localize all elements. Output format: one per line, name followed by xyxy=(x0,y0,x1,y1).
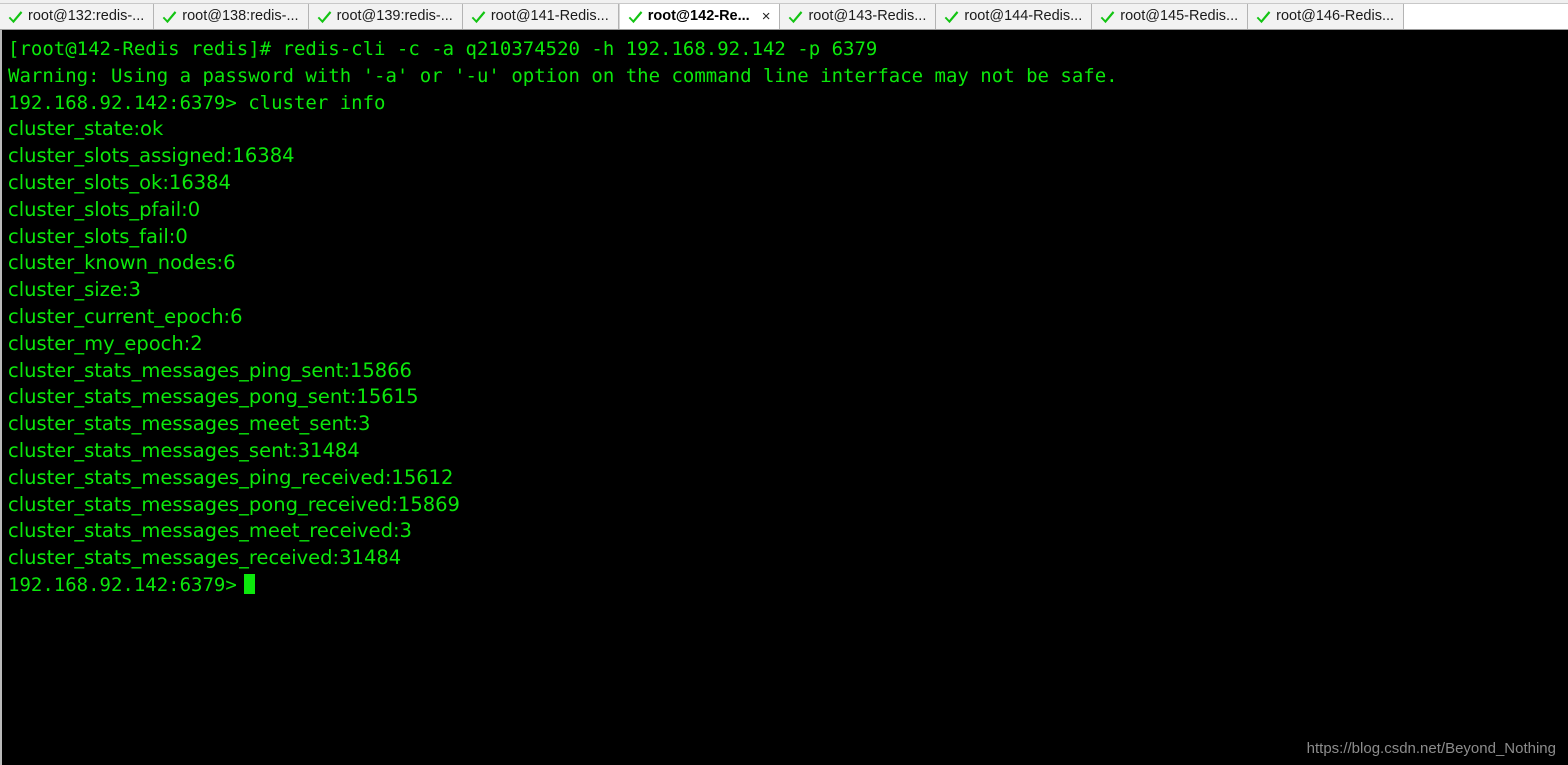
tab-label: root@142-Re... xyxy=(647,8,750,24)
tab-2[interactable]: root@138:redis-... xyxy=(154,4,309,29)
terminal-line: cluster_slots_fail:0 xyxy=(8,224,188,248)
tab-3[interactable]: root@139:redis-... xyxy=(308,4,463,29)
green-check-icon xyxy=(944,9,959,24)
terminal-line: cluster_size:3 xyxy=(8,278,141,302)
green-check-icon xyxy=(471,9,486,24)
green-check-icon xyxy=(1256,9,1271,24)
terminal-line: cluster_my_epoch:2 xyxy=(8,331,203,355)
tab-1[interactable]: root@132:redis-... xyxy=(0,4,155,29)
watermark-text: https://blog.csdn.net/Beyond_Nothing xyxy=(1306,740,1556,757)
tab-label: root@138:redis-... xyxy=(182,8,299,24)
terminal-line: cluster_stats_messages_meet_sent:3 xyxy=(8,412,371,436)
green-check-icon xyxy=(162,9,177,24)
terminal-line: cluster_known_nodes:6 xyxy=(8,251,236,275)
terminal-line: cluster_slots_assigned:16384 xyxy=(8,144,295,168)
tab-close-icon[interactable]: × xyxy=(762,9,771,24)
terminal-pane[interactable]: [root@142-Redis redis]# redis-cli -c -a … xyxy=(0,30,1568,765)
terminal-line: cluster_state:ok xyxy=(8,117,164,141)
tab-5-active[interactable]: root@142-Re... × xyxy=(618,4,781,29)
tab-label: root@132:redis-... xyxy=(28,8,145,24)
terminal-prompt-line: 192.168.92.142:6379> xyxy=(8,572,1568,599)
terminal-line: cluster_stats_messages_ping_sent:15866 xyxy=(8,358,412,382)
tab-7[interactable]: root@144-Redis... xyxy=(936,4,1093,29)
terminal-output: [root@142-Redis redis]# redis-cli -c -a … xyxy=(2,30,1568,599)
tab-label: root@145-Redis... xyxy=(1120,8,1239,24)
green-check-icon xyxy=(317,9,332,24)
tab-label: root@141-Redis... xyxy=(490,8,609,24)
terminal-line: cluster_stats_messages_meet_received:3 xyxy=(8,519,412,543)
terminal-line: cluster_slots_ok:16384 xyxy=(8,170,231,194)
terminal-prompt: 192.168.92.142:6379> xyxy=(8,573,237,596)
tab-6[interactable]: root@143-Redis... xyxy=(780,4,937,29)
terminal-line: cluster_stats_messages_pong_sent:15615 xyxy=(8,385,419,409)
terminal-line: Warning: Using a password with '-a' or '… xyxy=(8,64,1118,87)
tab-4[interactable]: root@141-Redis... xyxy=(462,4,619,29)
tab-strip-filler xyxy=(1404,4,1568,29)
tab-8[interactable]: root@145-Redis... xyxy=(1092,4,1249,29)
terminal-line: 192.168.92.142:6379> cluster info xyxy=(8,91,386,114)
tab-9[interactable]: root@146-Redis... xyxy=(1248,4,1405,29)
green-check-icon xyxy=(788,9,803,24)
green-check-icon xyxy=(1100,9,1115,24)
tab-label: root@139:redis-... xyxy=(336,8,453,24)
green-check-icon xyxy=(8,9,23,24)
terminal-window: root@132:redis-... root@138:redis-... root… xyxy=(0,0,1568,765)
terminal-line: cluster_slots_pfail:0 xyxy=(8,197,201,221)
terminal-line: cluster_current_epoch:6 xyxy=(8,304,243,328)
terminal-line: cluster_stats_messages_ping_received:156… xyxy=(8,465,454,489)
tab-label: root@144-Redis... xyxy=(964,8,1083,24)
terminal-line: cluster_stats_messages_received:31484 xyxy=(8,546,402,570)
terminal-line: cluster_stats_messages_sent:31484 xyxy=(8,438,360,462)
terminal-line: cluster_stats_messages_pong_received:158… xyxy=(8,492,460,516)
green-check-icon xyxy=(628,9,643,24)
tab-label: root@143-Redis... xyxy=(808,8,927,24)
terminal-cursor xyxy=(243,573,255,594)
tab-label: root@146-Redis... xyxy=(1276,8,1395,24)
tab-strip: root@132:redis-... root@138:redis-... root… xyxy=(0,4,1568,30)
terminal-line: [root@142-Redis redis]# redis-cli -c -a … xyxy=(8,38,878,60)
